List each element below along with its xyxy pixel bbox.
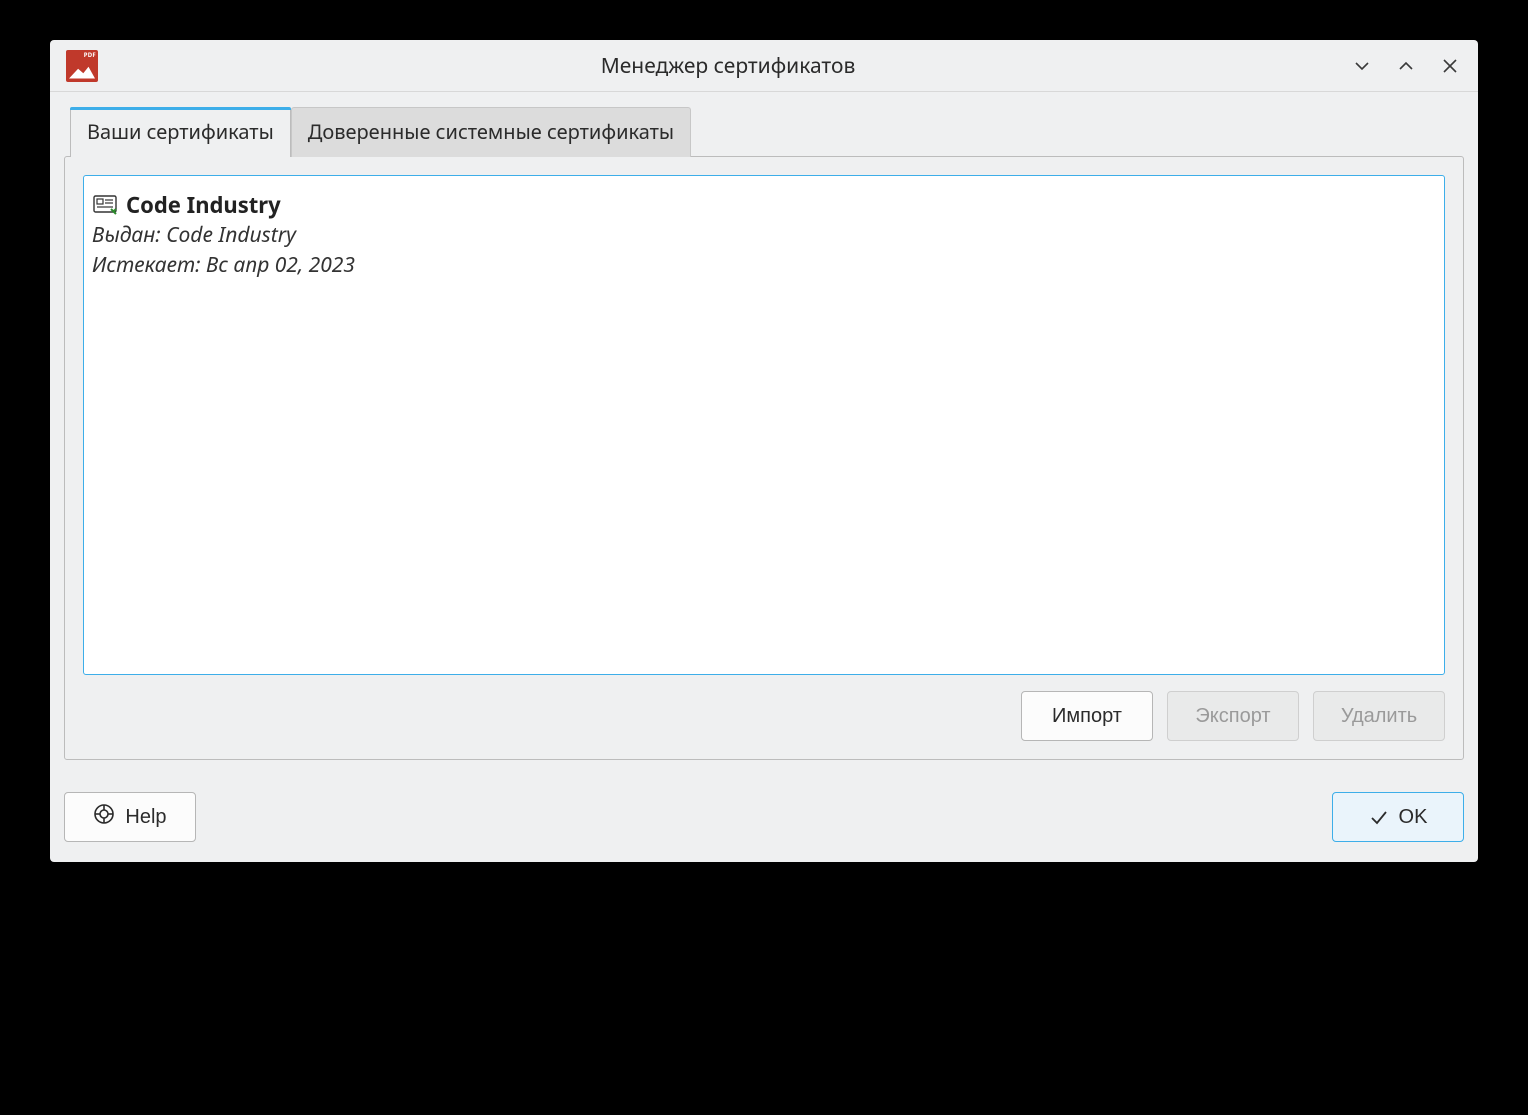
- help-button[interactable]: Help: [64, 792, 196, 842]
- certificate-name: Code Industry: [126, 190, 281, 220]
- dialog-footer: Help OK: [50, 774, 1478, 862]
- issued-label: Выдан:: [92, 221, 161, 249]
- chevron-up-icon: [1396, 56, 1416, 76]
- issued-value: Code Industry: [166, 221, 296, 249]
- expires-value: Вс апр 02, 2023: [206, 251, 355, 279]
- window-title: Менеджер сертификатов: [106, 52, 1350, 80]
- help-icon: [93, 803, 115, 831]
- certificate-issued: Выдан: Code Industry: [92, 220, 1436, 250]
- dialog-body: Ваши сертификаты Доверенные системные се…: [50, 92, 1478, 774]
- close-button[interactable]: [1438, 54, 1462, 78]
- import-button[interactable]: Импорт: [1021, 691, 1153, 741]
- window-controls: [1350, 54, 1462, 78]
- chevron-down-icon: [1352, 56, 1372, 76]
- tab-panel: Code Industry Выдан: Code Industry Истек…: [64, 156, 1464, 760]
- button-label: Help: [125, 806, 166, 829]
- certificate-list[interactable]: Code Industry Выдан: Code Industry Истек…: [83, 175, 1445, 675]
- certificate-icon: [92, 194, 120, 216]
- button-label: Импорт: [1052, 705, 1122, 728]
- button-label: Удалить: [1341, 705, 1417, 728]
- export-button[interactable]: Экспорт: [1167, 691, 1299, 741]
- tab-your-certificates[interactable]: Ваши сертификаты: [70, 107, 291, 157]
- certificate-actions: Импорт Экспорт Удалить: [83, 691, 1445, 741]
- expires-label: Истекает:: [92, 251, 201, 279]
- tab-label: Доверенные системные сертификаты: [308, 118, 674, 145]
- maximize-button[interactable]: [1394, 54, 1418, 78]
- certificate-expires: Истекает: Вс апр 02, 2023: [92, 250, 1436, 280]
- titlebar: Менеджер сертификатов: [50, 40, 1478, 92]
- tab-label: Ваши сертификаты: [87, 118, 274, 145]
- check-icon: [1369, 807, 1389, 827]
- minimize-button[interactable]: [1350, 54, 1374, 78]
- button-label: OK: [1399, 806, 1428, 829]
- close-icon: [1440, 56, 1460, 76]
- certificate-item[interactable]: Code Industry Выдан: Code Industry Истек…: [90, 188, 1438, 283]
- delete-button[interactable]: Удалить: [1313, 691, 1445, 741]
- dialog-window: Менеджер сертификатов Ваши сертификаты Д…: [50, 40, 1478, 862]
- button-label: Экспорт: [1195, 705, 1270, 728]
- app-icon: [66, 50, 98, 82]
- tab-trusted-system-certificates[interactable]: Доверенные системные сертификаты: [291, 107, 691, 157]
- tab-bar: Ваши сертификаты Доверенные системные се…: [64, 106, 1464, 156]
- ok-button[interactable]: OK: [1332, 792, 1464, 842]
